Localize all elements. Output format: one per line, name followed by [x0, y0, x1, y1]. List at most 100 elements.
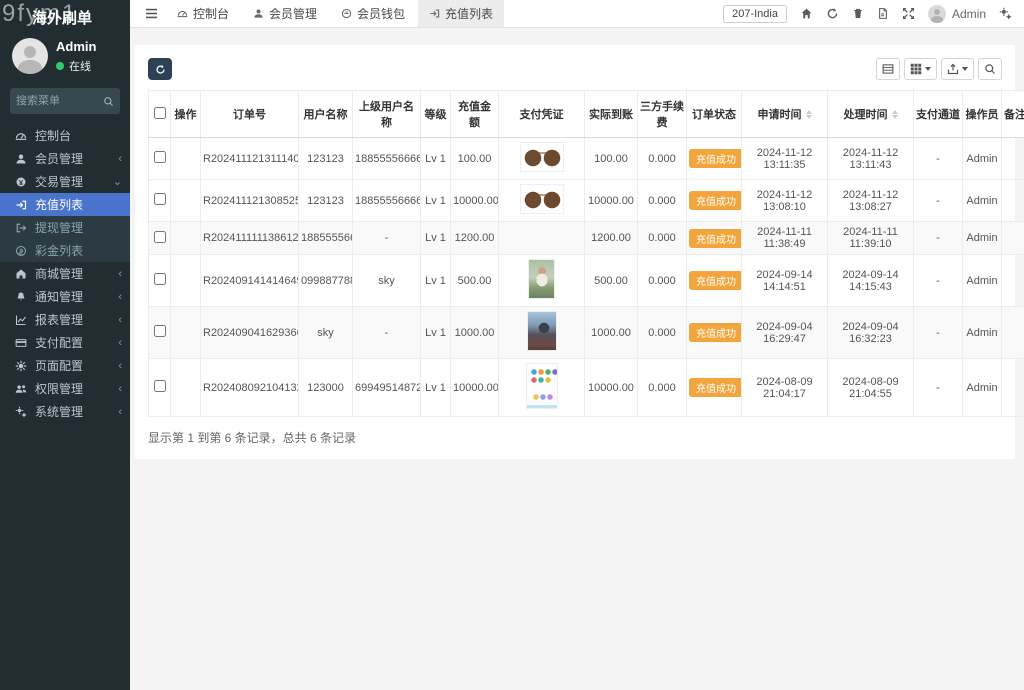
col-status: 订单状态	[686, 90, 742, 138]
avatar	[927, 4, 946, 23]
cell-process-time: 2024-09-04 16:32:23	[827, 306, 914, 359]
sidebar-item-reports[interactable]: 报表管理 ‹	[0, 308, 130, 331]
hamburger-menu-icon[interactable]	[138, 0, 164, 27]
payment-voucher-image[interactable]	[525, 363, 558, 409]
col-voucher: 支付凭证	[498, 90, 585, 138]
online-dot-icon	[56, 61, 64, 70]
sidebar-item-recharge-list[interactable]: 充值列表	[0, 193, 130, 216]
cell-apply-time: 2024-08-09 21:04:17	[741, 358, 828, 417]
sidebar-item-notifications[interactable]: 通知管理 ‹	[0, 285, 130, 308]
tab-member-wallet[interactable]: 会员钱包	[330, 0, 416, 27]
settings-cogs-icon[interactable]	[999, 7, 1012, 20]
cell-level: Lv 1	[420, 137, 451, 180]
tab-dashboard[interactable]: 控制台	[166, 0, 240, 27]
coin-icon	[14, 176, 27, 188]
clear-cache-icon[interactable]	[877, 7, 889, 20]
row-checkbox[interactable]	[153, 193, 166, 205]
cell-amount: 1000.00	[450, 306, 499, 359]
sidebar-item-system[interactable]: 系统管理 ‹	[0, 400, 130, 423]
sidebar-item-label: 通知管理	[35, 290, 84, 304]
cell-channel: -	[913, 358, 963, 417]
cell-process-time: 2024-11-12 13:11:43	[827, 137, 914, 180]
chevron-left-icon: ‹	[118, 290, 122, 303]
cell-op	[170, 221, 201, 255]
credit-card-icon	[14, 337, 27, 349]
export-button[interactable]	[941, 58, 974, 80]
cell-fee: 0.000	[637, 221, 687, 255]
payment-voucher-image[interactable]	[528, 259, 555, 299]
sidebar-item-mall[interactable]: 商城管理 ‹	[0, 262, 130, 285]
columns-button[interactable]	[904, 58, 937, 80]
sidebar-item-payment-config[interactable]: 支付配置 ‹	[0, 331, 130, 354]
col-operator: 操作员	[962, 90, 1002, 138]
table-row: R2024111213111401 123123 18855556666 Lv …	[148, 137, 1024, 180]
row-checkbox[interactable]	[153, 380, 166, 392]
col-apply-time[interactable]: 申请时间	[741, 90, 828, 138]
cell-order-no: R2024111213111401	[200, 137, 299, 180]
cell-level: Lv 1	[420, 179, 451, 222]
cell-operator: Admin	[962, 137, 1002, 180]
sort-icon[interactable]	[891, 109, 898, 119]
user-menu[interactable]: Admin	[927, 4, 986, 23]
cell-amount: 100.00	[450, 137, 499, 180]
table-search-button[interactable]	[978, 58, 1002, 80]
home-icon[interactable]	[800, 7, 813, 20]
tab-members[interactable]: 会员管理	[242, 0, 328, 27]
sort-icon[interactable]	[805, 109, 812, 119]
sidebar-item-dashboard[interactable]: 控制台	[0, 124, 130, 147]
status-badge: 充值成功	[689, 323, 741, 342]
sidebar-item-permissions[interactable]: 权限管理 ‹	[0, 377, 130, 400]
sidebar-item-transactions[interactable]: 交易管理 ⌄	[0, 170, 130, 193]
payment-voucher-image[interactable]	[526, 311, 557, 351]
cell-level: Lv 1	[420, 306, 451, 359]
table-refresh-button[interactable]	[148, 58, 172, 80]
row-checkbox[interactable]	[153, 273, 166, 285]
user-name: Admin	[951, 6, 986, 21]
row-checkbox[interactable]	[153, 325, 166, 337]
region-button[interactable]: 207-India	[723, 4, 787, 23]
col-actual: 实际到账	[584, 90, 638, 138]
status-badge: 充值成功	[689, 271, 741, 290]
cell-actual: 1000.00	[584, 306, 638, 359]
sidebar-item-label: 系统管理	[35, 405, 84, 419]
chevron-left-icon: ‹	[118, 382, 122, 395]
cell-process-time: 2024-08-09 21:04:55	[827, 358, 914, 417]
cell-remark	[1001, 254, 1024, 307]
cell-remark	[1001, 221, 1024, 255]
cell-amount: 1200.00	[450, 221, 499, 255]
search-input[interactable]	[16, 95, 103, 107]
select-all-checkbox[interactable]	[153, 106, 166, 119]
sidebar-item-label: 支付配置	[35, 336, 84, 350]
cell-channel: -	[913, 137, 963, 180]
sidebar-item-bonus-list[interactable]: 彩金列表	[0, 239, 130, 262]
col-process-time[interactable]: 处理时间	[827, 90, 914, 138]
row-checkbox[interactable]	[153, 151, 166, 163]
row-checkbox[interactable]	[153, 230, 166, 243]
refresh-icon[interactable]	[826, 7, 839, 20]
fullscreen-icon[interactable]	[902, 7, 915, 20]
store-icon	[14, 268, 27, 280]
sidebar-item-label: 充值列表	[35, 198, 84, 212]
tab-recharge-list[interactable]: 充值列表	[418, 0, 505, 27]
col-label: 申请时间	[757, 109, 802, 121]
tab-label: 控制台	[193, 7, 230, 21]
cell-apply-time: 2024-11-11 11:38:49	[741, 221, 828, 255]
status-badge: 充值成功	[689, 191, 741, 210]
app-title: 海外刷单	[32, 10, 93, 27]
payment-voucher-image[interactable]	[519, 184, 564, 214]
payment-voucher-image[interactable]	[519, 142, 564, 172]
cell-amount: 500.00	[450, 254, 499, 307]
cell-fee: 0.000	[637, 254, 687, 307]
sidebar-search	[10, 88, 120, 114]
sidebar-item-members[interactable]: 会员管理 ‹	[0, 147, 130, 170]
sidebar-item-page-config[interactable]: 页面配置 ‹	[0, 354, 130, 377]
status-badge: 充值成功	[689, 149, 741, 168]
sidebar-item-withdraw[interactable]: 提现管理	[0, 216, 130, 239]
search-icon[interactable]	[103, 96, 114, 107]
cell-remark	[1001, 137, 1024, 180]
cell-channel: -	[913, 254, 963, 307]
cell-user: 18855556666	[298, 221, 353, 255]
cell-actual: 500.00	[584, 254, 638, 307]
toggle-view-button[interactable]	[876, 58, 900, 80]
trash-icon[interactable]	[852, 7, 864, 20]
